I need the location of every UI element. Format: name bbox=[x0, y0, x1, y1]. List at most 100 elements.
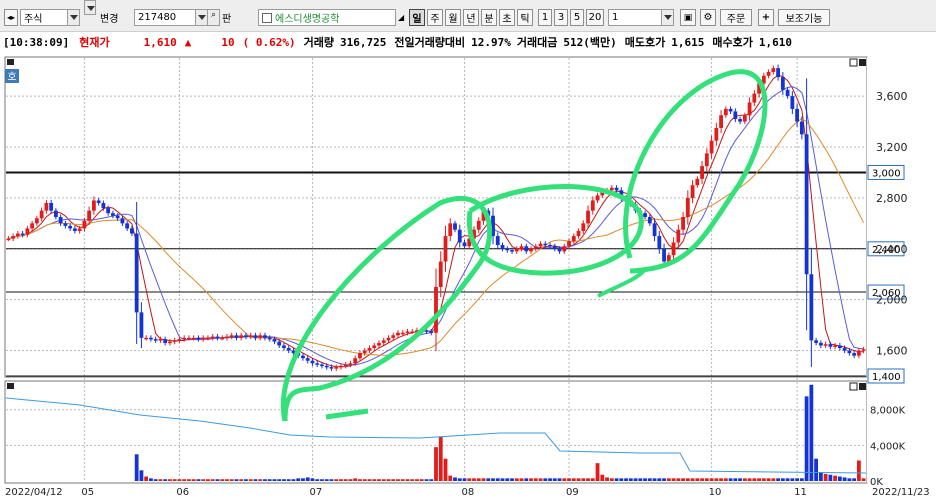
stock-name-field[interactable]: 에스디생명공학 bbox=[258, 9, 396, 26]
candle-body bbox=[372, 345, 377, 349]
candle-body bbox=[120, 218, 125, 224]
period-year-button[interactable]: 년 bbox=[463, 9, 479, 26]
plus-icon[interactable]: + bbox=[758, 9, 774, 26]
change-label[interactable]: 변경 bbox=[100, 9, 130, 26]
volume-bar bbox=[339, 479, 343, 481]
pane-menu-icon[interactable] bbox=[7, 383, 14, 389]
chevron-down-icon[interactable] bbox=[195, 10, 207, 25]
volume-bar bbox=[296, 478, 301, 481]
candle-body bbox=[714, 127, 719, 141]
save-icon[interactable]: ▣ bbox=[680, 9, 696, 26]
interval-20-button[interactable]: 20 bbox=[586, 9, 604, 26]
candle-body bbox=[562, 246, 567, 252]
maximize-icon[interactable] bbox=[849, 58, 858, 67]
chevron-down-icon[interactable] bbox=[661, 10, 673, 25]
candle-body bbox=[101, 203, 106, 209]
period-month-button[interactable]: 월 bbox=[445, 9, 461, 26]
period-week-button[interactable]: 주 bbox=[427, 9, 443, 26]
candle-body bbox=[586, 210, 590, 224]
price-axis-label: 2,800 bbox=[876, 192, 908, 205]
volume-bar bbox=[510, 478, 514, 481]
market-select[interactable]: 주식 bbox=[20, 9, 80, 26]
pane-menu-icon[interactable] bbox=[7, 59, 14, 65]
period-second-button[interactable]: 초 bbox=[499, 9, 515, 26]
candle-body bbox=[315, 363, 320, 365]
volume-bar bbox=[666, 478, 671, 481]
volume-bar bbox=[595, 463, 600, 481]
candle-body bbox=[799, 121, 804, 135]
volume-bar bbox=[158, 479, 163, 481]
candle-body bbox=[258, 335, 263, 338]
period-minute-button[interactable]: 분 bbox=[481, 9, 497, 26]
candle-body bbox=[34, 218, 39, 224]
prev-next-icon[interactable]: ◂▸ bbox=[4, 9, 18, 26]
toolbar: ◂▸ 주식 변경 217480 ⌕ 판 에스디생명공학 ◢ 일 주 월 년 분 … bbox=[0, 0, 936, 32]
volume-bar bbox=[424, 479, 429, 481]
order-button[interactable]: 주문 bbox=[720, 9, 752, 26]
price-change: 10 bbox=[221, 35, 235, 49]
volume-bar bbox=[348, 479, 353, 481]
candle-body bbox=[339, 365, 343, 368]
volume-bar bbox=[500, 478, 505, 481]
price-axis-label: 2,000 bbox=[876, 294, 908, 307]
candle-body bbox=[44, 203, 49, 211]
price-chart[interactable]: 호 3,0002,4002,0601,400 3,6003,2002,8002,… bbox=[0, 53, 936, 499]
candle-body bbox=[244, 335, 248, 337]
volume-bar bbox=[790, 478, 795, 481]
gear-icon[interactable]: ⚙ bbox=[700, 9, 716, 26]
date-label: 09 bbox=[566, 487, 579, 498]
volume-bar bbox=[833, 475, 838, 481]
interval-5-button[interactable]: 5 bbox=[570, 9, 584, 26]
candle-body bbox=[529, 248, 533, 252]
axis-strip bbox=[867, 57, 935, 483]
volume-bar bbox=[586, 478, 590, 481]
search-icon[interactable]: ⌕ bbox=[207, 10, 219, 25]
period-day-button[interactable]: 일 bbox=[409, 9, 425, 26]
candle-body bbox=[253, 335, 258, 338]
candle-body bbox=[695, 178, 700, 186]
pan-button[interactable]: 판 bbox=[222, 9, 236, 26]
close-icon[interactable] bbox=[859, 59, 866, 66]
chart-panel[interactable]: 호 3,000 2,400 2,060 1,400 3,600 3,200 2,800 2,… bbox=[0, 53, 936, 499]
candle-body bbox=[676, 229, 681, 243]
line-badge-label: 1,400 bbox=[872, 372, 901, 383]
stock-code-input[interactable]: 217480 ⌕ bbox=[134, 9, 220, 26]
volume-label: 거래량 bbox=[303, 36, 334, 49]
candle-body bbox=[343, 364, 348, 367]
candle-body bbox=[11, 236, 16, 239]
candle-body bbox=[72, 228, 77, 231]
candle-body bbox=[709, 140, 714, 154]
volume-bar bbox=[776, 478, 780, 481]
candle-body bbox=[405, 331, 410, 333]
candle-body bbox=[652, 223, 657, 237]
volume-bar bbox=[633, 478, 638, 481]
candle-body bbox=[771, 68, 776, 72]
candle-body bbox=[795, 108, 800, 122]
volume-bar bbox=[738, 478, 742, 481]
maximize-icon[interactable] bbox=[849, 382, 858, 391]
candle-body bbox=[25, 228, 30, 235]
period-tick-button[interactable]: 틱 bbox=[517, 9, 533, 26]
chevron-down-icon[interactable] bbox=[84, 0, 96, 15]
volume-bar bbox=[282, 479, 286, 481]
chevron-down-icon[interactable] bbox=[67, 10, 79, 25]
volume-bar bbox=[172, 479, 177, 481]
volume-bar bbox=[367, 479, 372, 481]
candle-body bbox=[396, 332, 400, 336]
volume-bar bbox=[476, 478, 481, 481]
close-icon[interactable] bbox=[859, 383, 866, 390]
candle-body bbox=[700, 166, 704, 179]
aux-function-button[interactable]: 보조기능 bbox=[778, 9, 830, 26]
interval-input[interactable]: 1 bbox=[608, 9, 674, 26]
date-label: 11 bbox=[794, 487, 807, 498]
candle-body bbox=[215, 336, 220, 339]
volume-bar bbox=[628, 478, 633, 481]
price-axis-label: 3,600 bbox=[876, 90, 908, 103]
interval-3-button[interactable]: 3 bbox=[554, 9, 568, 26]
candle-body bbox=[685, 197, 690, 217]
volume-bar bbox=[837, 476, 842, 481]
candle-body bbox=[576, 230, 581, 237]
interval-1-button[interactable]: 1 bbox=[538, 9, 552, 26]
volume-bar bbox=[752, 478, 757, 481]
candle-body bbox=[519, 246, 524, 249]
